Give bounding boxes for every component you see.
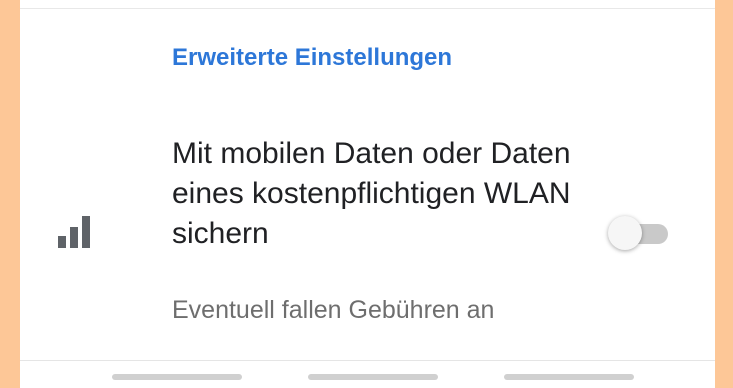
signal-cellular-icon	[58, 216, 90, 248]
settings-panel: Erweiterte Einstellungen Mit mobilen Dat…	[20, 0, 715, 388]
tab-handle-1[interactable]	[112, 374, 242, 380]
tab-handle-2[interactable]	[308, 374, 438, 380]
tab-handle-3[interactable]	[504, 374, 634, 380]
top-divider	[20, 8, 715, 9]
toggle-thumb	[608, 216, 642, 250]
setting-title: Mit mobilen Daten oder Daten eines koste…	[172, 137, 571, 250]
mobile-data-backup-toggle[interactable]	[608, 216, 670, 250]
bottom-divider	[20, 360, 715, 361]
setting-summary: Eventuell fallen Gebühren an	[172, 296, 495, 324]
section-header: Erweiterte Einstellungen	[172, 44, 453, 71]
